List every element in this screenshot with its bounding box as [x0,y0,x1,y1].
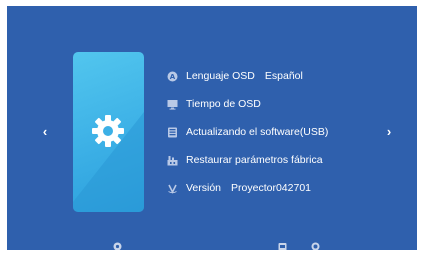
menu-item-label: Tiempo de OSD [186,98,261,110]
input-source-icon[interactable] [278,242,287,250]
menu-item-osd-language[interactable]: A Lenguaje OSD Español [167,66,387,86]
previous-page-arrow[interactable]: ‹ [39,124,51,140]
version-value: Proyector042701 [231,182,312,194]
svg-text:A: A [170,73,176,81]
menu-item-factory-reset[interactable]: Restaurar parámetros fábrica [167,150,387,170]
display-icon[interactable] [311,242,320,250]
menu-item-label: Lenguaje OSD [186,70,255,82]
language-icon: A [167,71,178,81]
menu-item-label: Actualizando el software(USB) [186,126,329,138]
settings-gear-icon [92,115,124,147]
factory-reset-icon [167,155,178,165]
osd-language-value: Español [264,70,303,82]
menu-item-label: Versión [186,182,222,194]
menu-item-label: Restaurar parámetros fábrica [186,154,323,166]
usb-update-icon [168,127,177,137]
version-icon [168,184,177,194]
menu-item-software-update-usb[interactable]: Actualizando el software(USB) [167,122,387,142]
menu-item-version[interactable]: Versión Proyector042701 [167,178,387,198]
settings-icon[interactable] [113,242,122,250]
osd-screen: ‹ › A Lenguaje OSD Español Tiempo de OSD… [7,6,417,250]
menu-item-osd-timeout[interactable]: Tiempo de OSD [167,94,387,114]
settings-category-card [73,52,144,212]
monitor-timer-icon [167,99,178,110]
